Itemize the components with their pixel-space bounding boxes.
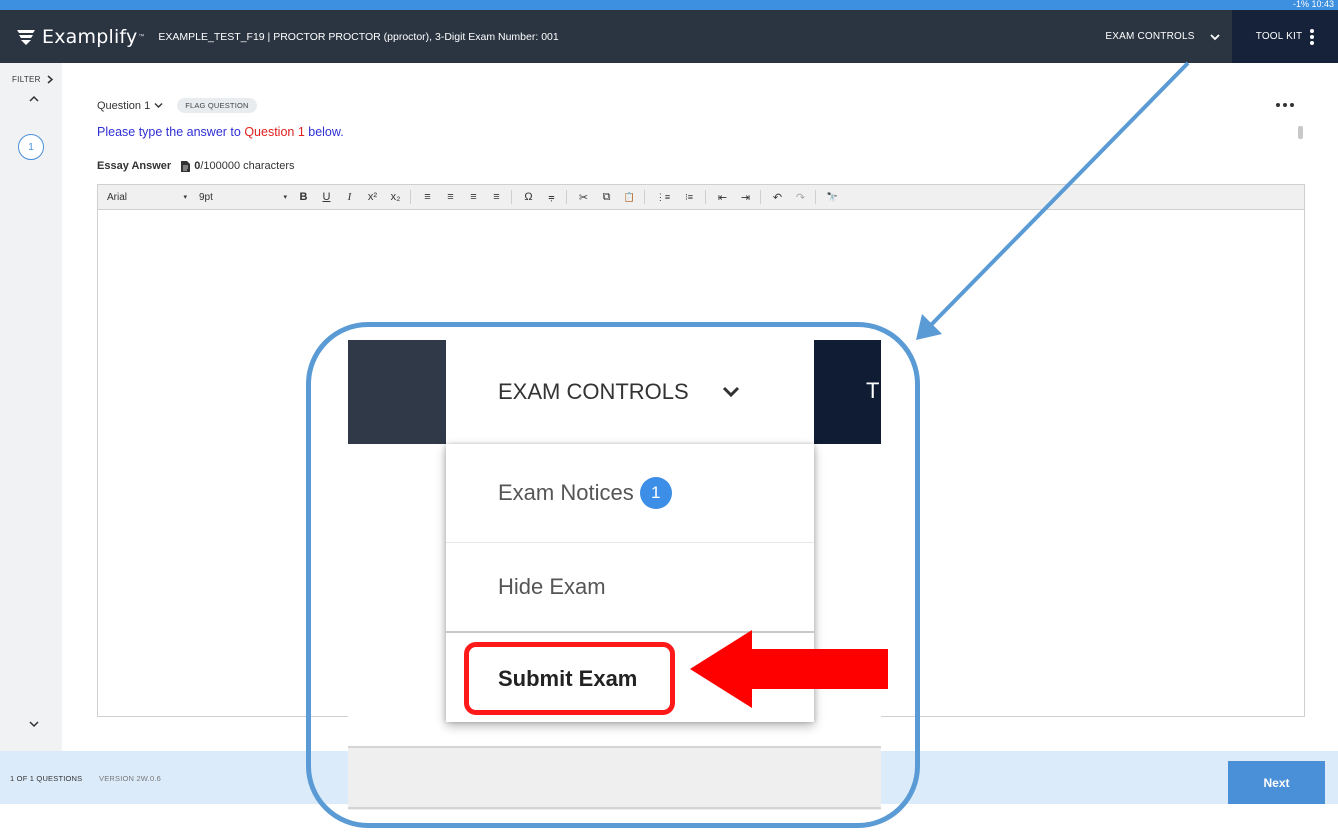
prompt-question-ref: Question 1: [244, 125, 305, 139]
brand-name: Examplify: [42, 25, 138, 48]
chevron-down-icon: [154, 103, 163, 108]
find-button[interactable]: 🔭: [826, 192, 839, 203]
status-strip: -1% 10:43: [0, 0, 1338, 10]
version-label: VERSION 2W.0.6: [99, 774, 161, 783]
undo-button[interactable]: ↶: [771, 191, 784, 204]
redo-button[interactable]: ↷: [794, 191, 807, 204]
next-button[interactable]: Next: [1228, 761, 1325, 804]
italic-button[interactable]: I: [343, 191, 356, 203]
question-selector[interactable]: Question 1: [97, 100, 163, 112]
brand: Examplify ™: [16, 10, 144, 63]
outdent-button[interactable]: ⇤: [716, 191, 729, 204]
cut-button[interactable]: ✂: [577, 191, 590, 204]
character-count: 0/100000 characters: [194, 160, 294, 172]
question-count: 1 OF 1 QUESTIONS: [10, 774, 83, 783]
scrollbar-thumb[interactable]: [1298, 126, 1303, 139]
font-family-select[interactable]: Arial ▾: [107, 192, 187, 203]
scroll-up-icon[interactable]: [28, 93, 40, 105]
align-right-button[interactable]: ≡: [467, 191, 480, 203]
filter-label: FILTER: [12, 75, 41, 84]
essay-answer-header: Essay Answer 0/100000 characters: [97, 160, 295, 172]
character-limit: /100000 characters: [200, 160, 295, 172]
status-text: -1% 10:43: [1292, 0, 1334, 9]
subscript-button[interactable]: x₂: [389, 191, 402, 203]
kebab-menu-icon: [1310, 28, 1315, 45]
copy-button[interactable]: ⧉: [600, 191, 613, 204]
chevron-down-icon: [1210, 33, 1220, 40]
examplify-logo-icon: [17, 29, 35, 45]
justify-button[interactable]: ≡: [490, 191, 503, 203]
submit-exam-highlight: [464, 642, 675, 715]
font-family-value: Arial: [107, 191, 128, 203]
special-character-button[interactable]: Ω: [522, 191, 535, 203]
numbered-list-button[interactable]: ⋮≡: [655, 192, 671, 203]
font-size-value: 9pt: [199, 191, 213, 203]
editor-toolbar: Arial ▾ 9pt ▾ B U I x² x₂ ≡ ≡ ≡ ≡ Ω ⩦ ✂ …: [97, 184, 1305, 210]
exam-controls-label: EXAM CONTROLS: [1105, 31, 1195, 42]
font-size-select[interactable]: 9pt ▾: [199, 192, 287, 203]
exam-title: EXAMPLE_TEST_F19 | PROCTOR PROCTOR (ppro…: [158, 30, 559, 43]
brand-trademark: ™: [138, 33, 145, 40]
bold-button[interactable]: B: [297, 191, 310, 203]
toolbar-separator: [511, 190, 512, 204]
paste-button[interactable]: 📋: [623, 192, 636, 203]
toolbar-separator: [566, 190, 567, 204]
toolbar-separator: [644, 190, 645, 204]
toolkit-label: TOOL KIT: [1255, 31, 1303, 42]
superscript-button[interactable]: x²: [366, 191, 379, 203]
question-label: Question 1: [97, 99, 151, 112]
question-navigator: FILTER 1: [0, 63, 62, 751]
document-icon: [181, 160, 191, 172]
prompt-suffix: below.: [304, 125, 344, 139]
dropdown-caret-icon: ▾: [183, 194, 187, 201]
align-center-button[interactable]: ≡: [444, 191, 457, 203]
question-prompt: Please type the answer to Question 1 bel…: [97, 125, 344, 139]
more-options-icon[interactable]: [1276, 103, 1294, 107]
align-left-button[interactable]: ≡: [421, 191, 434, 203]
red-arrow-icon: [690, 630, 888, 708]
toolkit-button[interactable]: TOOL KIT: [1232, 10, 1338, 63]
underline-button[interactable]: U: [320, 191, 333, 203]
app-header: Examplify ™ EXAMPLE_TEST_F19 | PROCTOR P…: [0, 10, 1338, 63]
toolbar-separator: [705, 190, 706, 204]
scroll-down-icon[interactable]: [28, 718, 40, 730]
examplify-window: -1% 10:43 Examplify ™ EXAMPLE_TEST_F19 |…: [0, 0, 1338, 832]
question-1-button[interactable]: 1: [18, 134, 44, 160]
page-break-button[interactable]: ⩦: [545, 191, 558, 204]
bulleted-list-button[interactable]: ⁝≡: [681, 192, 697, 203]
exam-controls-button[interactable]: EXAM CONTROLS: [1094, 10, 1232, 63]
flag-question-button[interactable]: FLAG QUESTION: [177, 98, 257, 113]
prompt-prefix: Please type the answer to: [97, 125, 245, 139]
callout-frame: [306, 322, 920, 828]
essay-answer-label: Essay Answer: [97, 160, 172, 172]
dropdown-caret-icon: ▾: [283, 194, 287, 201]
indent-button[interactable]: ⇥: [739, 191, 752, 204]
toolbar-separator: [815, 190, 816, 204]
toolbar-separator: [410, 190, 411, 204]
toolbar-separator: [760, 190, 761, 204]
question-header: Question 1 FLAG QUESTION: [97, 98, 257, 113]
chevron-right-icon: [47, 75, 54, 84]
filter-button[interactable]: FILTER: [12, 75, 54, 84]
